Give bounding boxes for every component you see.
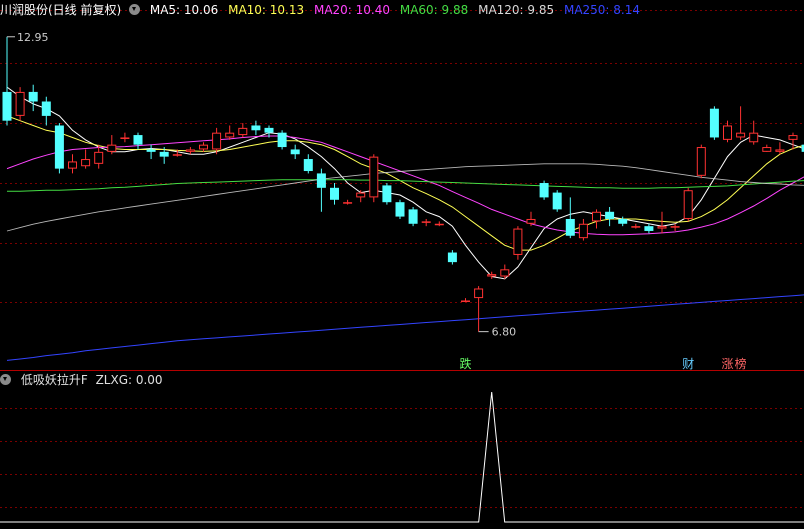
indicator-title: 低吸妖拉升F [20,373,88,387]
ma250-label: MA250: 8.14 [563,3,641,17]
candle-body-up [657,226,667,229]
candle-body-up [474,288,484,299]
candle-body-down [146,149,156,152]
low-price-label: 6.80 [492,326,516,339]
indicator-dropdown-icon[interactable] [0,374,11,385]
candle-body-down [277,132,287,148]
candle-body-down [539,183,549,198]
candle-body-down [565,218,575,236]
indicator-dropdown-icon[interactable] [129,4,141,15]
candle-body-down [709,108,719,138]
candle-body-up [15,91,25,116]
candle-body-down [605,211,615,219]
candle-body-down [41,101,51,116]
candle-body-up [670,226,680,228]
chart-header: 川润股份(日线 前复权) MA5: 10.06 MA10: 10.13 MA20… [0,1,646,19]
candle-body-up [107,144,117,152]
candle-body-up [212,132,222,150]
candle-body-up [434,223,444,226]
candle-body-up [631,226,641,228]
candle-body-up [723,125,732,140]
ma120-label: MA120: 9.85 [478,3,555,17]
ma-line-ma60 [7,179,804,192]
candle-body-down [159,151,169,157]
candle-body-down [330,187,339,200]
candle-body-up [81,159,91,167]
candle-body-down [133,135,143,145]
candle-body-up [225,132,235,138]
candle-body-down [54,125,64,169]
candle-body-up [185,149,195,152]
ma20-label: MA20: 10.40 [313,3,391,17]
candle-body-down [264,127,274,133]
candle-body-up [461,300,470,302]
candle-body-down [28,91,38,102]
candle-body-up [749,132,759,143]
ma-line-ma250 [6,294,804,361]
candle-body-up [343,202,353,204]
candle-body-down [251,125,261,131]
candle-body-up [356,192,366,198]
candle-body-up [762,147,772,152]
candle-body-up [421,221,431,223]
candle-body-down [303,159,313,172]
candle-body-up [696,147,706,176]
candle-body-down [382,185,392,203]
candle-body-down [316,173,326,188]
candle-body-down [644,226,654,231]
event-marker: 跌 [460,356,472,371]
candle-body-up [238,127,248,136]
ma60-label: MA60: 9.88 [399,3,469,17]
candle-body-up [683,190,693,219]
price-chart[interactable]: 12.95 6.80 跌 财 涨榜 [0,0,804,529]
zlxg-line [0,391,804,523]
indicator-header: 低吸妖拉升F ZLXG: 0.00 [0,371,169,389]
event-marker: 榜 [735,356,747,371]
candle-body-down [447,252,457,263]
candle-body-down [552,192,562,210]
candle-body-up [788,135,798,140]
candle-body-up [513,228,523,255]
candle-body-down [2,91,12,121]
candle-body-up [172,154,182,156]
candle-body-up [500,269,510,277]
ma-line-ma20 [6,135,804,236]
candle-body-up [775,149,785,152]
candle-body-up [369,156,379,198]
candle-body-up [578,223,588,239]
candle-body-up [736,132,746,138]
candle-body-up [94,151,104,164]
candle-body-up [487,274,497,277]
candle-body-down [290,149,300,155]
candle-body-down [408,209,418,224]
ma5-label: MA5: 10.06 [149,3,219,17]
indicator-value: ZLXG: 0.00 [95,373,163,387]
stock-title: 川润股份(日线 前复权) [0,3,122,17]
candle-body-up [68,161,77,169]
ma10-label: MA10: 10.13 [228,3,305,17]
candle-body-down [618,218,628,224]
candle-body-up [199,144,208,150]
high-price-label: 12.95 [17,31,49,44]
candle-body-up [120,137,130,139]
candle-body-down [395,202,405,217]
candle-body-up [592,211,601,222]
candle-body-up [526,218,536,224]
event-marker: 财 [682,357,694,371]
event-marker: 涨 [722,356,734,371]
